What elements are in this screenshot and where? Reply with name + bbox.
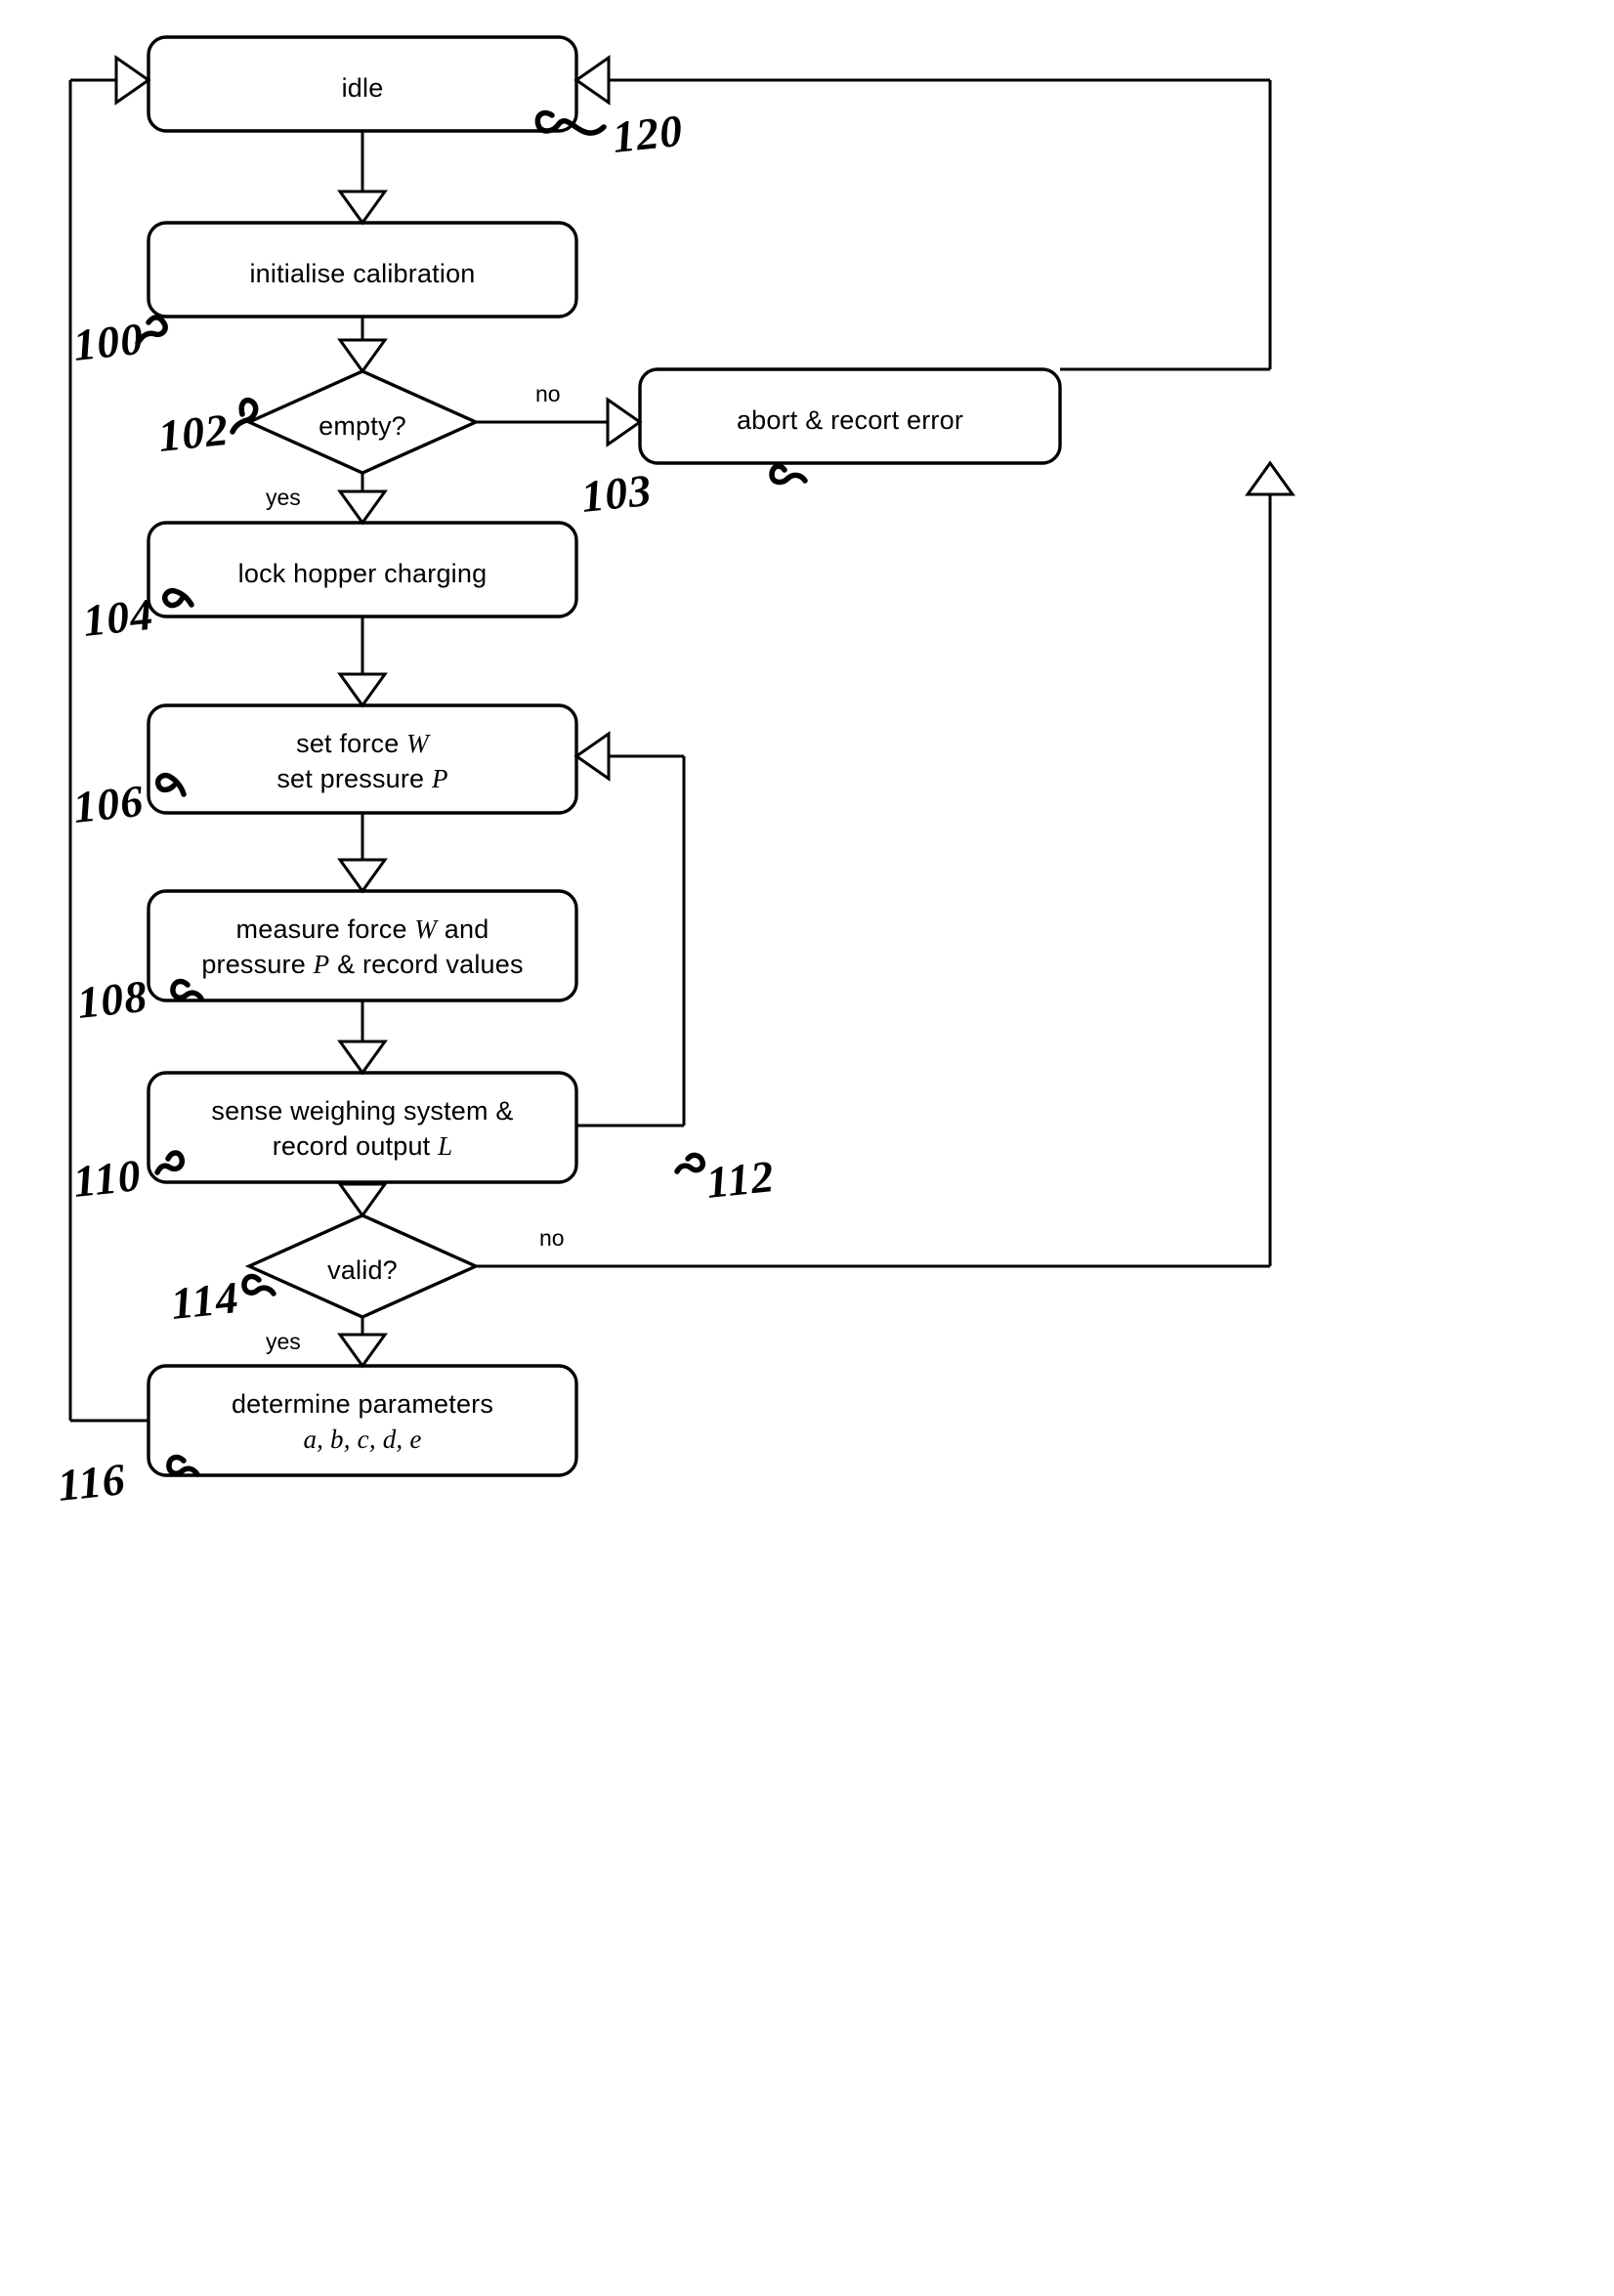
arrowhead-up-abort <box>1245 460 1295 496</box>
ref-numeral-114: 114 <box>168 1272 241 1330</box>
leader-squiggle-102 <box>230 397 259 435</box>
arrowhead-left-setforce <box>573 731 611 782</box>
ref-numeral-120: 120 <box>610 105 686 163</box>
leader-squiggle-114 <box>241 1273 276 1297</box>
ref-numeral-103: 103 <box>578 464 655 523</box>
node-idle-box <box>147 35 578 133</box>
arrowhead-down-measure <box>337 858 388 894</box>
arrowhead-down-lock <box>337 489 388 526</box>
ref-numeral-104: 104 <box>80 588 156 647</box>
ref-numeral-100: 100 <box>70 313 147 371</box>
flowchart-diagram: .box { fill:#fff; stroke:#000; stroke-wi… <box>68 35 1295 1477</box>
node-sense-box <box>147 1071 578 1184</box>
arrowhead-down-determine <box>337 1333 388 1369</box>
ref-numeral-106: 106 <box>70 775 147 833</box>
ref-numeral-110: 110 <box>70 1150 144 1208</box>
leader-squiggle-103 <box>769 463 808 486</box>
arrowhead-down-setforce <box>337 672 388 708</box>
ref-numeral-102: 102 <box>155 404 232 462</box>
node-setforce-box <box>147 703 578 815</box>
arrowhead-down-init <box>337 190 388 226</box>
figure-sheet: .box { fill:#fff; stroke:#000; stroke-wi… <box>0 0 1614 2296</box>
node-empty-diamond <box>244 369 481 475</box>
arrowhead-right-abort <box>606 397 643 447</box>
edge-label-empty-yes: yes <box>266 485 301 510</box>
arrowhead-down-valid <box>337 1182 388 1218</box>
ref-numeral-108: 108 <box>74 970 150 1029</box>
node-abort-box <box>638 367 1062 465</box>
arrowhead-right-idle-left <box>114 55 151 106</box>
arrowhead-down-empty <box>337 338 388 374</box>
ref-numeral-112: 112 <box>703 1151 777 1209</box>
edge-label-empty-no: no <box>535 381 561 406</box>
edge-label-valid-no: no <box>539 1225 565 1251</box>
node-measure-box <box>147 889 578 1002</box>
arrowhead-left-idle <box>573 55 611 106</box>
node-lock-box <box>147 521 578 618</box>
arrowhead-down-sense <box>337 1040 388 1076</box>
node-determine-box <box>147 1364 578 1477</box>
ref-numeral-116: 116 <box>55 1454 128 1511</box>
node-init-box <box>147 221 578 319</box>
edge-label-valid-yes: yes <box>266 1329 301 1354</box>
node-valid-diamond <box>244 1213 481 1319</box>
leader-squiggle-112 <box>674 1152 706 1174</box>
